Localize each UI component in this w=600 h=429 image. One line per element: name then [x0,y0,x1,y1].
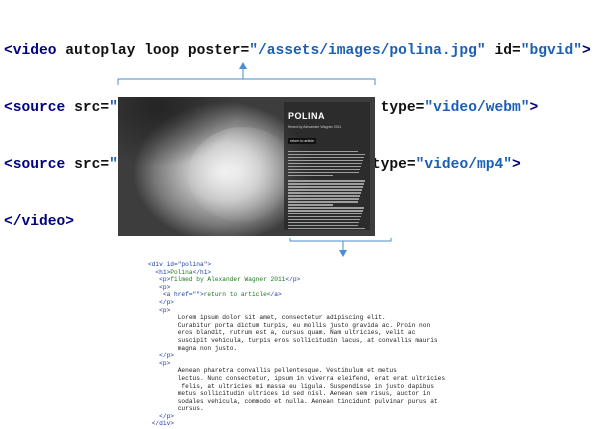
panel-text-line [288,198,359,200]
source-text: Curabitur porta dictum turpis, eu mollis… [148,321,431,329]
panel-text-line [288,225,358,227]
face-highlight [188,127,298,222]
source-tag: </a> [266,291,282,299]
source-line: </div> [148,420,445,428]
source-line: <h1>Polina</h1> [148,269,445,277]
source-line: eros blandit, rutrum est a, cursus quam.… [148,329,445,337]
panel-text-line [288,192,361,194]
panel-text-line [288,216,361,218]
panel-text-line [288,204,333,206]
panel-text-line [288,151,358,153]
source-line: metus sollicitudin ultrices id sed nisl.… [148,390,445,398]
panel-text-line [288,156,364,159]
source-tag: <p> [148,276,171,284]
panel-text-line [288,153,365,156]
source-line: Curabitur porta dictum turpis, eu mollis… [148,322,445,330]
source-text: Polina [170,268,193,276]
panel-text-line [288,228,365,230]
html-source-listing: <div id="polina"> <h1>Polina</h1> <p>fil… [148,261,445,428]
source-line: sodales vehicula, commodo et nulla. Aene… [148,398,445,406]
top-arrow-head-icon [239,62,247,69]
source-tag: <p> [148,306,171,314]
panel-text-line [288,162,362,165]
source-line: suscipit vehicula, turpis eros sollicitu… [148,337,445,345]
source-text: Lorem ipsum dolor sit amet, consectetur … [148,314,386,322]
source-line: <p>filmed by Alexander Wagner 2011</p> [148,276,445,284]
source-line: cursus. [148,405,445,413]
source-tag: <h1> [148,268,171,276]
panel-title: POLINA [288,111,326,121]
source-line: felis, at ultricies mi massa eu ligula. … [148,383,445,391]
panel-text-line [288,219,360,221]
panel-text-line [288,180,365,182]
panel-text-line [288,171,359,174]
source-text: filmed by Alexander Wagner 2011 [170,276,286,284]
panel-text-line [288,174,333,177]
source-line: <div id="polina"> [148,261,445,269]
source-text: sodales vehicula, commodo et nulla. Aene… [148,397,438,405]
bottom-bracket-line [289,238,392,242]
source-text: return to article [203,291,267,299]
source-line: <a href="">return to article</a> [148,291,445,299]
source-tag: </p> [148,352,174,360]
source-text: felis, at ultricies mi massa eu ligula. … [148,382,434,390]
source-text: suscipit vehicula, turpis eros sollicitu… [148,336,438,344]
source-line: lectus. Nunc consectetur, ipsum in viver… [148,375,445,383]
panel-text-line [288,189,362,191]
source-tag: <p> [148,283,171,291]
video-preview[interactable]: POLINA filmed by Alexander Wagner 2011 r… [118,97,375,236]
source-tag: </p> [148,298,174,306]
source-tag: </p> [148,412,174,420]
source-line: </p> [148,352,445,360]
source-tag: <p> [148,359,171,367]
panel-subtitle: filmed by Alexander Wagner 2011 [288,125,342,129]
panel-text-line [288,168,360,171]
source-text: eros blandit, rutrum est a, cursus quam.… [148,329,416,337]
top-bracket-line [117,78,376,85]
source-line: <p> [148,360,445,368]
source-line: Lorem ipsum dolor sit amet, consectetur … [148,314,445,322]
source-line: <p> [148,307,445,315]
source-tag: </div> [148,420,174,428]
panel-text-line [288,186,363,188]
source-text: Aenean pharetra convallis pellentesque. … [148,367,397,375]
source-tag: <div id="polina"> [148,261,212,268]
panel-text-line [288,195,360,197]
source-text: lectus. Nunc consectetur, ipsum in viver… [148,374,446,382]
return-to-article-button[interactable]: return to article [288,138,316,144]
source-line: <p> [148,284,445,292]
panel-text-line [288,213,362,215]
panel-text-line [288,207,364,209]
source-text: magna non justo. [148,344,238,352]
source-line: </p> [148,299,445,307]
source-text: cursus. [148,405,204,413]
panel-paragraph-lines [288,151,366,230]
source-tag: </p> [285,276,301,284]
overlay-panel: POLINA filmed by Alexander Wagner 2011 r… [284,102,370,230]
panel-text-line [288,222,359,224]
panel-text-line [288,183,364,185]
source-line: </p> [148,413,445,421]
source-tag: <a href=""> [148,291,204,299]
bottom-arrow-head-icon [339,250,347,257]
panel-text-line [288,201,358,203]
panel-text-line [288,210,363,212]
source-text: metus sollicitudin ultrices id sed nisl.… [148,390,431,398]
panel-text-line [288,165,361,168]
source-line: Aenean pharetra convallis pellentesque. … [148,367,445,375]
source-line: magna non justo. [148,345,445,353]
source-tag: </h1> [192,268,212,276]
panel-text-line [288,159,363,162]
